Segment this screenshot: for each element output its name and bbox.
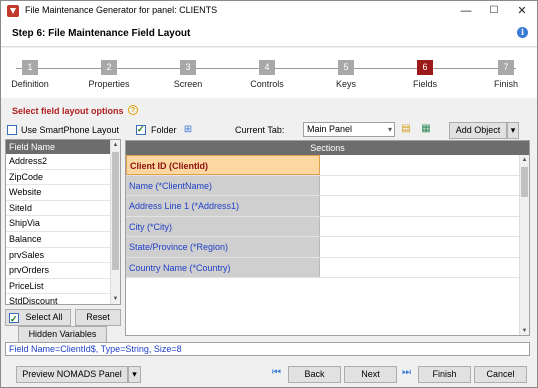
folder-edit-icon[interactable]: ▦ [420, 123, 432, 135]
field-list[interactable]: Field Name Address2 ZipCode Website Site… [5, 139, 121, 305]
preview-nomads-button[interactable]: Preview NOMADS Panel [16, 366, 128, 383]
list-item[interactable]: prvSales [6, 248, 120, 264]
step-controls[interactable]: 4 Controls [227, 48, 307, 89]
current-tab-label: Current Tab: [235, 125, 285, 135]
last-page-icon[interactable]: ⏭ [402, 367, 411, 378]
list-item[interactable]: prvOrders [6, 263, 120, 279]
section-cell[interactable]: State/Province (*Region) [126, 237, 320, 257]
minimize-button[interactable]: — [453, 1, 479, 21]
list-item[interactable]: SiteId [6, 201, 120, 217]
list-item[interactable]: StdDiscount [6, 294, 120, 304]
tree-icon[interactable]: ⊞ [182, 124, 194, 136]
field-list-header: Field Name [6, 140, 120, 154]
table-row: State/Province (*Region) [126, 237, 529, 258]
table-row: Client ID (ClientId) [126, 155, 529, 176]
table-row: Country Name (*Country) [126, 257, 529, 278]
title-bar: File Maintenance Generator for panel: CL… [1, 1, 537, 21]
finish-button[interactable]: Finish [418, 366, 471, 383]
step-label: Controls [250, 79, 284, 89]
step-indicator: 1 Definition 2 Properties 3 Screen 4 Con… [1, 48, 537, 98]
step-definition[interactable]: 1 Definition [1, 48, 70, 89]
field-info-status: Field Name=ClientId$, Type=String, Size=… [5, 342, 530, 356]
section-cell[interactable]: Address Line 1 (*Address1) [126, 196, 320, 216]
step-label: Definition [11, 79, 49, 89]
step-fields[interactable]: 6 Fields [385, 48, 465, 89]
step-label: Screen [173, 79, 203, 89]
scroll-up-icon[interactable]: ▲ [111, 140, 120, 150]
section-cell[interactable]: City (*City) [126, 216, 320, 236]
step-label: Finish [493, 79, 518, 89]
app-icon [7, 5, 19, 17]
step-title: Step 6: File Maintenance Field Layout [12, 28, 191, 39]
list-item[interactable]: Address2 [6, 154, 120, 170]
first-page-icon[interactable]: ⏮ [272, 367, 281, 378]
table-row: Name (*ClientName) [126, 175, 529, 196]
list-item[interactable]: ZipCode [6, 170, 120, 186]
smartphone-label: Use SmartPhone Layout [21, 125, 120, 135]
step-label: Keys [335, 79, 356, 89]
step-number: 4 [259, 60, 275, 75]
reset-button[interactable]: Reset [75, 309, 121, 326]
step-number: 5 [338, 60, 354, 75]
table-row: City (*City) [126, 216, 529, 237]
scroll-up-icon[interactable]: ▲ [520, 155, 529, 165]
smartphone-checkbox[interactable] [7, 125, 17, 135]
step-number: 3 [180, 60, 196, 75]
scroll-down-icon[interactable]: ▼ [520, 326, 529, 335]
step-number: 7 [498, 60, 514, 75]
add-object-dropdown[interactable]: ▾ [507, 122, 519, 139]
scroll-thumb[interactable] [521, 167, 528, 197]
chevron-down-icon: ▾ [387, 125, 392, 134]
options-title: Select field layout options [12, 106, 124, 116]
back-button[interactable]: Back [288, 366, 341, 383]
step-properties[interactable]: 2 Properties [69, 48, 149, 89]
close-button[interactable]: ✕ [509, 1, 535, 21]
section-cell-selected[interactable]: Client ID (ClientId) [126, 155, 320, 175]
folder-add-icon[interactable]: ▤ [400, 123, 412, 135]
select-all-label: Select All [25, 312, 63, 322]
maximize-button[interactable]: ☐ [481, 1, 507, 21]
select-all-button[interactable]: Select All [5, 309, 71, 327]
step-label: Properties [88, 79, 130, 89]
sections-grid[interactable]: Sections Client ID (ClientId) Name (*Cli… [125, 140, 530, 336]
wizard-window: File Maintenance Generator for panel: CL… [0, 0, 538, 388]
scroll-down-icon[interactable]: ▼ [111, 294, 120, 304]
help-icon[interactable]: ? [128, 105, 138, 115]
step-label: Fields [412, 79, 437, 89]
info-icon[interactable]: i [517, 27, 528, 38]
step-number: 1 [22, 60, 38, 75]
window-title: File Maintenance Generator for panel: CL… [25, 5, 218, 15]
wizard-header: Step 6: File Maintenance Field Layout i [1, 21, 537, 47]
scroll-thumb[interactable] [112, 152, 119, 270]
section-cell[interactable]: Name (*ClientName) [126, 175, 320, 195]
next-button[interactable]: Next [344, 366, 397, 383]
step-finish[interactable]: 7 Finish [466, 48, 537, 89]
list-item[interactable]: Website [6, 185, 120, 201]
list-item[interactable]: ShipVia [6, 216, 120, 232]
select-all-checkbox [9, 312, 19, 327]
step-number-active: 6 [417, 60, 433, 75]
table-row: Address Line 1 (*Address1) [126, 196, 529, 217]
step-screen[interactable]: 3 Screen [148, 48, 228, 89]
folder-label: Folder [151, 125, 177, 135]
hidden-variables-button[interactable]: Hidden Variables [18, 326, 107, 343]
current-tab-select[interactable]: Main Panel ▾ [303, 122, 395, 137]
folder-checkbox[interactable] [136, 124, 146, 135]
step-keys[interactable]: 5 Keys [306, 48, 386, 89]
sections-header: Sections [126, 141, 529, 155]
add-object-button[interactable]: Add Object [449, 122, 507, 139]
cancel-button[interactable]: Cancel [474, 366, 527, 383]
list-item[interactable]: Balance [6, 232, 120, 248]
current-tab-value: Main Panel [307, 124, 353, 134]
preview-dropdown[interactable]: ▾ [128, 366, 141, 383]
sections-scrollbar[interactable]: ▲ ▼ [519, 155, 529, 335]
field-list-scrollbar[interactable]: ▲ ▼ [110, 140, 120, 304]
list-item[interactable]: PriceList [6, 279, 120, 295]
section-cell[interactable]: Country Name (*Country) [126, 257, 320, 277]
step-number: 2 [101, 60, 117, 75]
